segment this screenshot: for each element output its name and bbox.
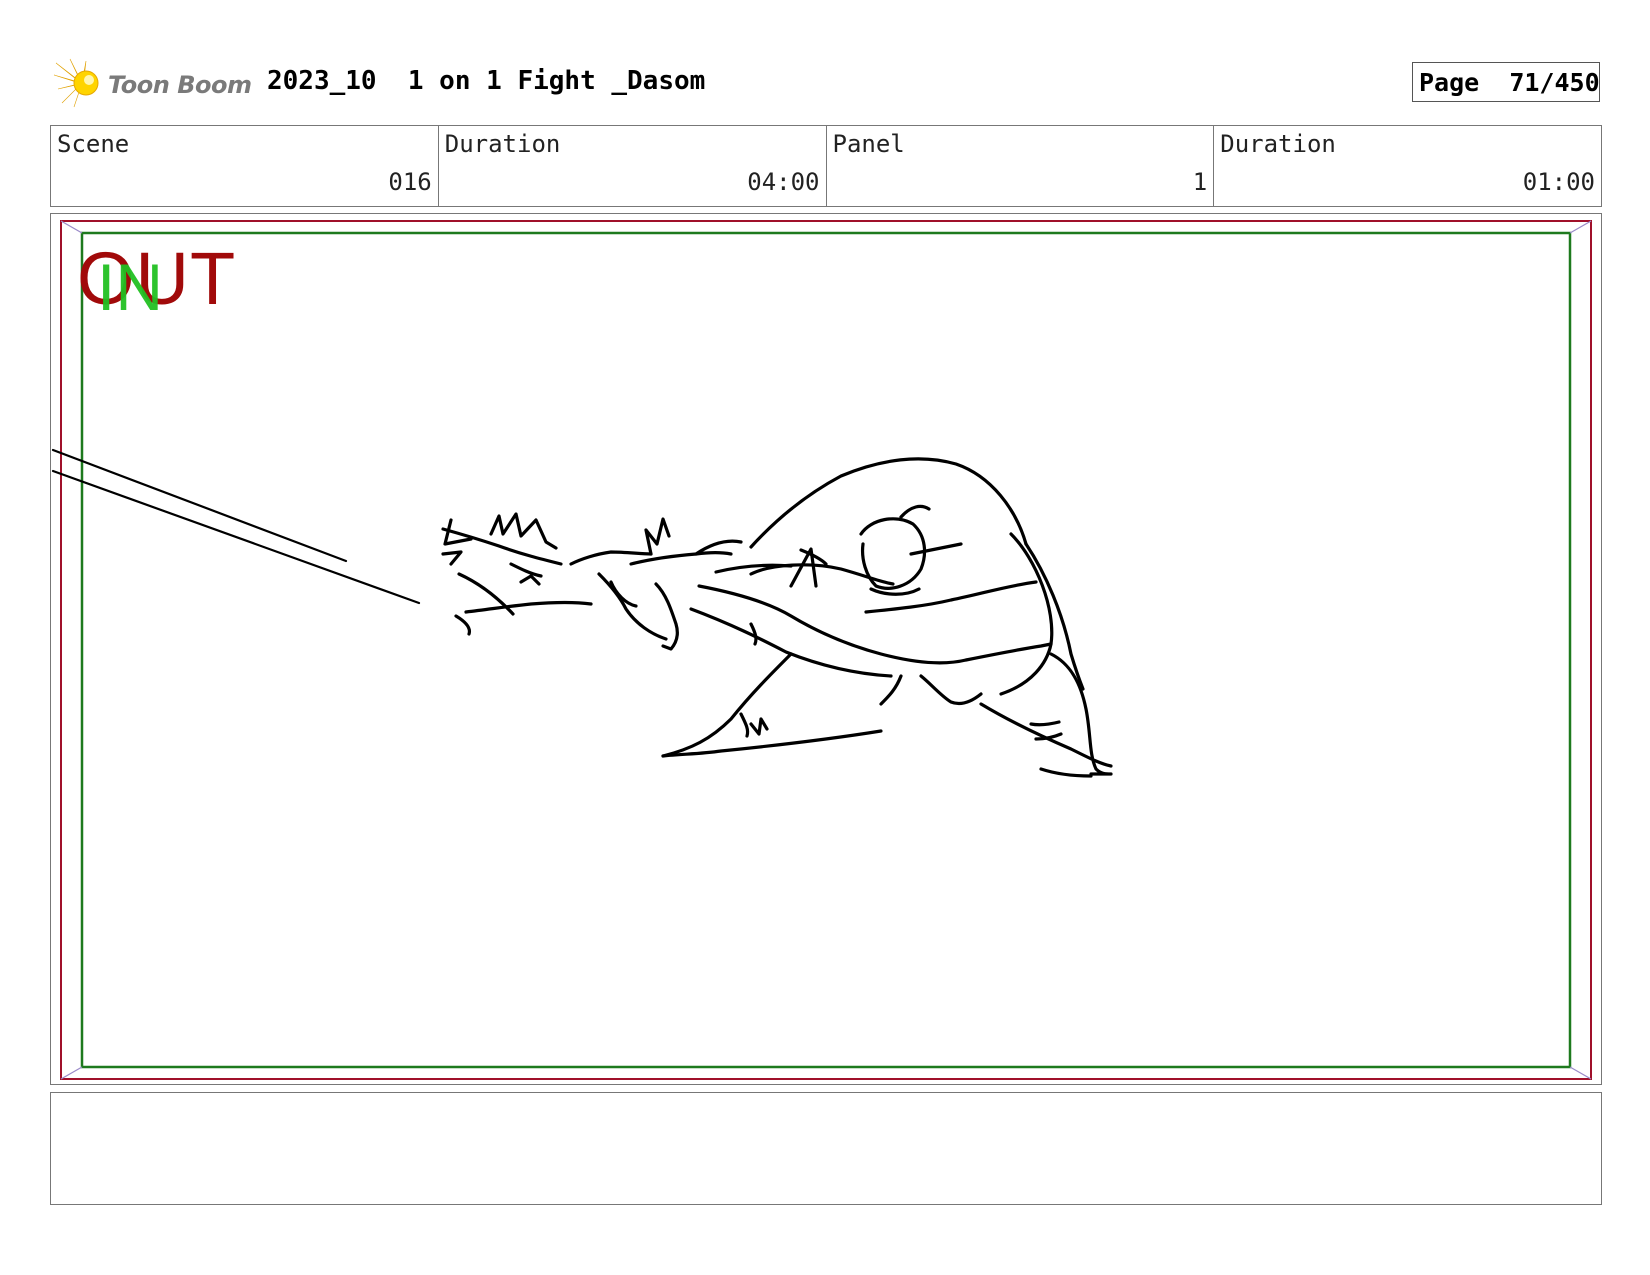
storyboard-header: Toon Boom 2023_10 1 on 1 Fight _Dasom Pa…: [52, 52, 1602, 112]
panel-notes-box[interactable]: [50, 1092, 1602, 1205]
panel-duration-label: Duration: [1220, 130, 1336, 158]
inner-safe-frame: [80, 231, 1572, 1069]
panel-cell: Panel 1: [827, 126, 1215, 206]
page-label: Page: [1419, 67, 1480, 97]
scene-duration-cell: Duration 04:00: [439, 126, 827, 206]
page-number: 71/450: [1509, 67, 1600, 97]
panel-duration-cell: Duration 01:00: [1214, 126, 1601, 206]
panel-artwork: [51, 220, 1592, 1080]
starburst-icon: [53, 58, 99, 108]
scene-info-row: Scene 016 Duration 04:00 Panel 1 Duratio…: [50, 125, 1602, 207]
scene-value: 016: [388, 168, 432, 196]
panel-duration-value: 01:00: [1522, 168, 1595, 196]
panel-value: 1: [1192, 168, 1208, 196]
motion-lines: [51, 448, 421, 605]
outer-safe-frame: [60, 220, 1592, 1080]
project-title: 2023_10 1 on 1 Fight _Dasom: [267, 66, 706, 96]
scene-duration-value: 04:00: [747, 168, 820, 196]
sketch-figures: [441, 457, 1113, 778]
in-marker: IN: [97, 250, 163, 324]
storyboard-panel: OUT IN: [50, 213, 1602, 1085]
scene-duration-label: Duration: [444, 130, 561, 158]
scene-label: Scene: [57, 130, 130, 158]
corner-guides: [60, 220, 1592, 1080]
panel-label: Panel: [832, 130, 905, 158]
page-indicator: Page 71/450: [1412, 62, 1600, 102]
logo-wordmark: Toon Boom: [108, 71, 252, 99]
toon-boom-logo: Toon Boom: [52, 57, 252, 109]
scene-cell: Scene 016: [51, 126, 439, 206]
